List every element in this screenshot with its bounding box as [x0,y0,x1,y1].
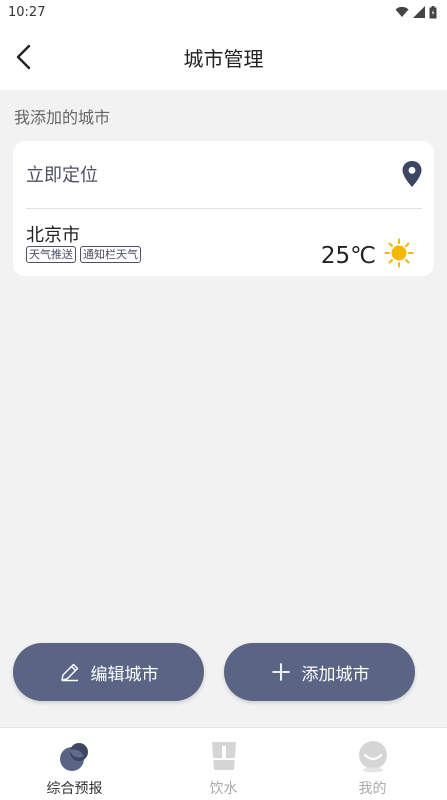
water-icon [211,742,236,770]
profile-icon [358,741,387,773]
city-tags: 天气推送 通知栏天气 [26,246,141,263]
tag-notification-weather: 通知栏天气 [80,246,141,263]
tab-water[interactable]: 饮水 [149,728,298,800]
tab-bar: 综合预报 饮水 我的 [0,727,447,800]
tab-profile[interactable]: 我的 [298,728,447,800]
chevron-left-icon [16,44,31,70]
signal-icon [413,6,425,18]
tab-profile-label: 我的 [358,781,387,797]
city-name: 北京市 [26,225,80,246]
pencil-icon [59,661,81,683]
locate-label: 立即定位 [26,165,98,186]
status-icons [395,5,437,19]
status-bar: 10:27 [0,0,447,24]
wifi-icon [395,6,409,17]
section-label: 我添加的城市 [14,108,111,127]
add-city-label: 添加城市 [301,664,370,685]
location-pin-icon[interactable] [402,161,422,187]
page-title: 城市管理 [183,46,264,71]
app-header: 城市管理 [0,24,447,90]
locate-row[interactable]: 立即定位 [13,141,434,207]
back-button[interactable] [10,42,36,72]
city-list-card: 立即定位 北京市 天气推送 通知栏天气 25℃ [13,141,434,276]
plus-icon [270,661,292,683]
edit-city-button[interactable]: 编辑城市 [13,643,204,701]
tab-forecast[interactable]: 综合预报 [0,728,149,800]
add-city-button[interactable]: 添加城市 [224,643,415,701]
city-row[interactable]: 北京市 天气推送 通知栏天气 25℃ [13,209,434,276]
battery-icon [429,5,437,18]
edit-city-label: 编辑城市 [90,664,159,685]
tag-weather-push: 天气推送 [26,246,76,263]
status-time: 10:27 [8,4,46,20]
tab-water-label: 饮水 [209,781,238,797]
forecast-icon [59,743,88,771]
temperature: 25℃ [320,243,376,269]
tab-forecast-label: 综合预报 [46,781,103,797]
sun-icon [384,238,414,268]
